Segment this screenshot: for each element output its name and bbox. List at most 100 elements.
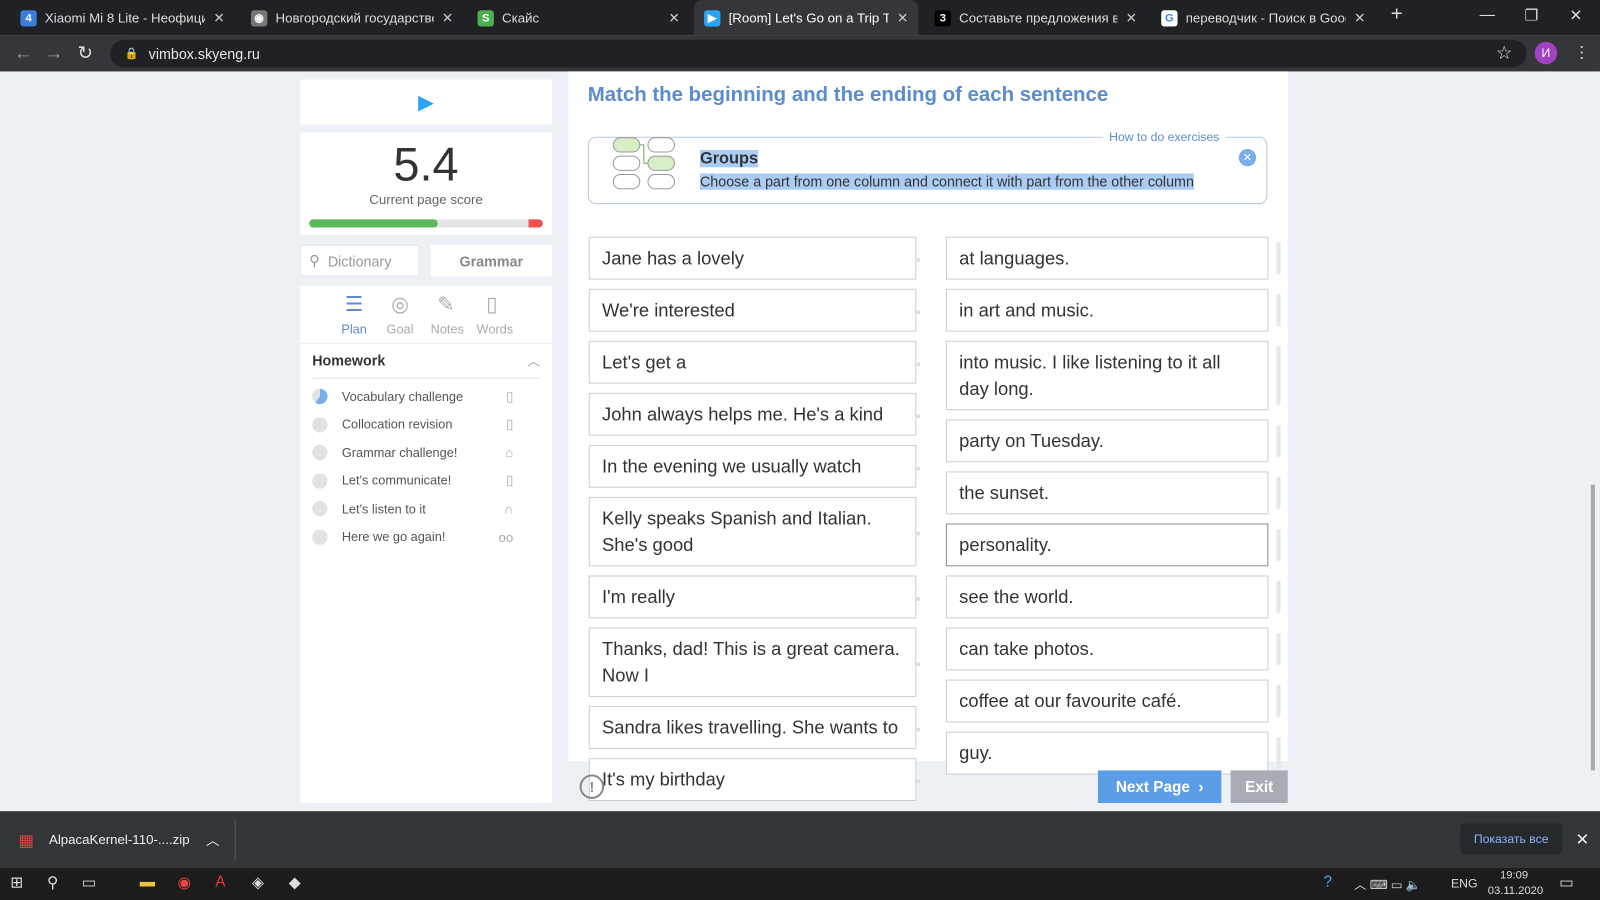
chrome-icon[interactable]: ◉ (178, 873, 191, 891)
exercise-footer: ! Next Page › Exit (568, 765, 1288, 806)
homework-item[interactable]: Vocabulary challenge ▯ (300, 383, 552, 411)
right-option[interactable]: at languages. (945, 236, 1281, 280)
left-option[interactable]: Sandra likes travelling. She wants to (588, 706, 921, 749)
nav-words[interactable]: ▯ Words (477, 292, 514, 343)
nav-plan[interactable]: ☰ Plan (339, 292, 370, 343)
back-icon[interactable]: ← (14, 43, 32, 64)
left-option[interactable]: I'm really (588, 575, 921, 619)
close-tab-icon[interactable]: ✕ (668, 10, 679, 26)
browser-tab[interactable]: S Скайс ✕ (467, 0, 689, 36)
drag-handle[interactable] (1276, 476, 1281, 510)
right-option[interactable]: in art and music. (945, 288, 1281, 332)
left-option[interactable]: Thanks, dad! This is a great camera. Now… (588, 627, 921, 697)
nav-notes[interactable]: ✎ Notes (431, 292, 464, 343)
close-tab-icon[interactable]: ✕ (897, 10, 908, 26)
browser-tab[interactable]: 4Xiaomi Mi 8 Lite - Неофициальный✕ (10, 0, 234, 36)
tray-icons[interactable]: ︿ ⌨ ▭ 🔈 (1354, 876, 1421, 893)
minimize-button[interactable]: — (1480, 6, 1495, 23)
headphones-icon: ∩ (503, 501, 514, 517)
progress-circle-icon (312, 445, 328, 461)
plan-icon: ☰ (344, 293, 364, 317)
new-tab-button[interactable]: + (1391, 3, 1403, 26)
restore-button[interactable]: ❐ (1524, 6, 1538, 24)
drag-handle[interactable] (1276, 424, 1281, 458)
app-icon[interactable]: ◈ (252, 873, 264, 891)
left-option[interactable]: Kelly speaks Spanish and Italian. She's … (588, 496, 921, 567)
help-icon[interactable]: ? (1323, 873, 1332, 890)
words-icon: ▯ (486, 293, 498, 317)
notes-icon: ✎ (437, 293, 455, 317)
left-option[interactable]: We're interested (588, 288, 921, 332)
homework-item[interactable]: Here we go again! oo (300, 523, 552, 551)
drag-handle[interactable] (1276, 241, 1281, 275)
drag-handle[interactable] (1276, 684, 1281, 718)
download-chevron-icon[interactable]: ︿ (206, 830, 219, 849)
left-option[interactable]: John always helps me. He's a kind (588, 392, 921, 436)
right-option[interactable]: the sunset. (945, 471, 1281, 515)
bookmark-star-icon[interactable]: ☆ (1496, 43, 1512, 64)
nav-goal[interactable]: ◎ Goal (385, 292, 416, 343)
homework-item[interactable]: Collocation revision ▯ (300, 411, 552, 439)
download-file[interactable]: AlpacaKernel-110-....zip (49, 832, 190, 847)
book-icon: ▯ (505, 388, 514, 404)
homework-item[interactable]: Grammar challenge! ⌂ (300, 439, 552, 467)
close-tab-icon[interactable]: ✕ (1354, 10, 1365, 26)
close-hint-icon[interactable]: ✕ (1238, 148, 1257, 167)
browser-tab[interactable]: ▶[Room] Let's Go on a Trip Together✕ (693, 0, 919, 36)
menu-icon[interactable]: ⋮ (1573, 43, 1589, 63)
drag-handle[interactable] (1276, 528, 1281, 562)
close-tab-icon[interactable]: ✕ (213, 10, 224, 26)
exercise-instruction: Choose a part from one column and connec… (699, 173, 1194, 190)
collapse-chevron-icon[interactable]: ︿ (528, 352, 540, 369)
page-scrollbar[interactable] (1590, 484, 1595, 771)
left-option[interactable]: In the evening we usually watch (588, 444, 921, 488)
language-indicator[interactable]: ENG (1451, 877, 1478, 891)
report-issue-icon[interactable]: ! (579, 774, 605, 799)
grammar-button[interactable]: Grammar (430, 244, 553, 277)
profile-avatar[interactable]: И (1534, 41, 1558, 65)
windows-start-icon[interactable]: ⊞ (10, 873, 23, 891)
tab-favicon-icon: ◉ (251, 9, 268, 27)
homework-item[interactable]: Let's listen to it ∩ (300, 495, 552, 523)
show-all-button[interactable]: Показать все (1460, 823, 1563, 855)
browser-tab[interactable]: ◉Новгородский государственный✕ (241, 0, 463, 36)
right-option[interactable]: personality. (945, 523, 1281, 567)
exit-button[interactable]: Exit (1230, 770, 1288, 804)
drag-handle[interactable] (1276, 345, 1281, 406)
right-option[interactable]: into music. I like listening to it all d… (945, 340, 1281, 411)
drag-handle[interactable] (1276, 293, 1281, 327)
how-to-link[interactable]: How to do exercises (1103, 129, 1226, 144)
search-icon[interactable]: ⚲ (47, 873, 58, 891)
notifications-icon[interactable]: ▭ (1559, 873, 1573, 891)
right-option[interactable]: party on Tuesday. (945, 419, 1281, 463)
right-option[interactable]: see the world. (945, 575, 1281, 619)
next-page-button[interactable]: Next Page › (1097, 770, 1222, 804)
graduation-cap-icon: ⌂ (505, 445, 514, 461)
file-explorer-icon[interactable]: ▬ (140, 873, 155, 890)
drag-handle[interactable] (1276, 632, 1281, 666)
right-option[interactable]: can take photos. (945, 627, 1281, 671)
homework-item[interactable]: Let's communicate! ▯ (300, 467, 552, 495)
right-option[interactable]: coffee at our favourite café. (945, 679, 1281, 723)
dictionary-search-input[interactable]: ⚲ Dictionary (299, 244, 420, 277)
close-tab-icon[interactable]: ✕ (442, 10, 453, 26)
close-tab-icon[interactable]: ✕ (1126, 10, 1137, 26)
progress-circle-icon (312, 417, 328, 433)
left-option[interactable]: Let's get a (588, 340, 921, 384)
forward-icon[interactable]: → (45, 43, 63, 64)
browser-tab[interactable]: 3Составьте предложения в the✕ (924, 0, 1146, 36)
app-icon-2[interactable]: ◆ (289, 873, 301, 891)
browser-tab[interactable]: Gпереводчик - Поиск в Google ✕ (1151, 0, 1375, 36)
book-icon: ▯ (505, 472, 514, 489)
progress-circle-icon (312, 389, 328, 405)
acrobat-icon[interactable]: A (215, 873, 225, 890)
url-input[interactable]: 🔒 vimbox.skyeng.ru (110, 39, 1527, 68)
drag-handle[interactable] (1276, 580, 1281, 614)
exercise-panel: Match the beginning and the ending of ea… (568, 71, 1288, 802)
close-downloads-icon[interactable]: ✕ (1575, 830, 1589, 850)
left-option[interactable]: Jane has a lovely (588, 236, 921, 280)
reload-icon[interactable]: ↻ (78, 43, 93, 64)
close-window-button[interactable]: ✕ (1569, 6, 1582, 24)
task-view-icon[interactable]: ▭ (82, 873, 96, 891)
download-bar: ▦ AlpacaKernel-110-....zip ︿ Показать вс… (0, 811, 1600, 868)
